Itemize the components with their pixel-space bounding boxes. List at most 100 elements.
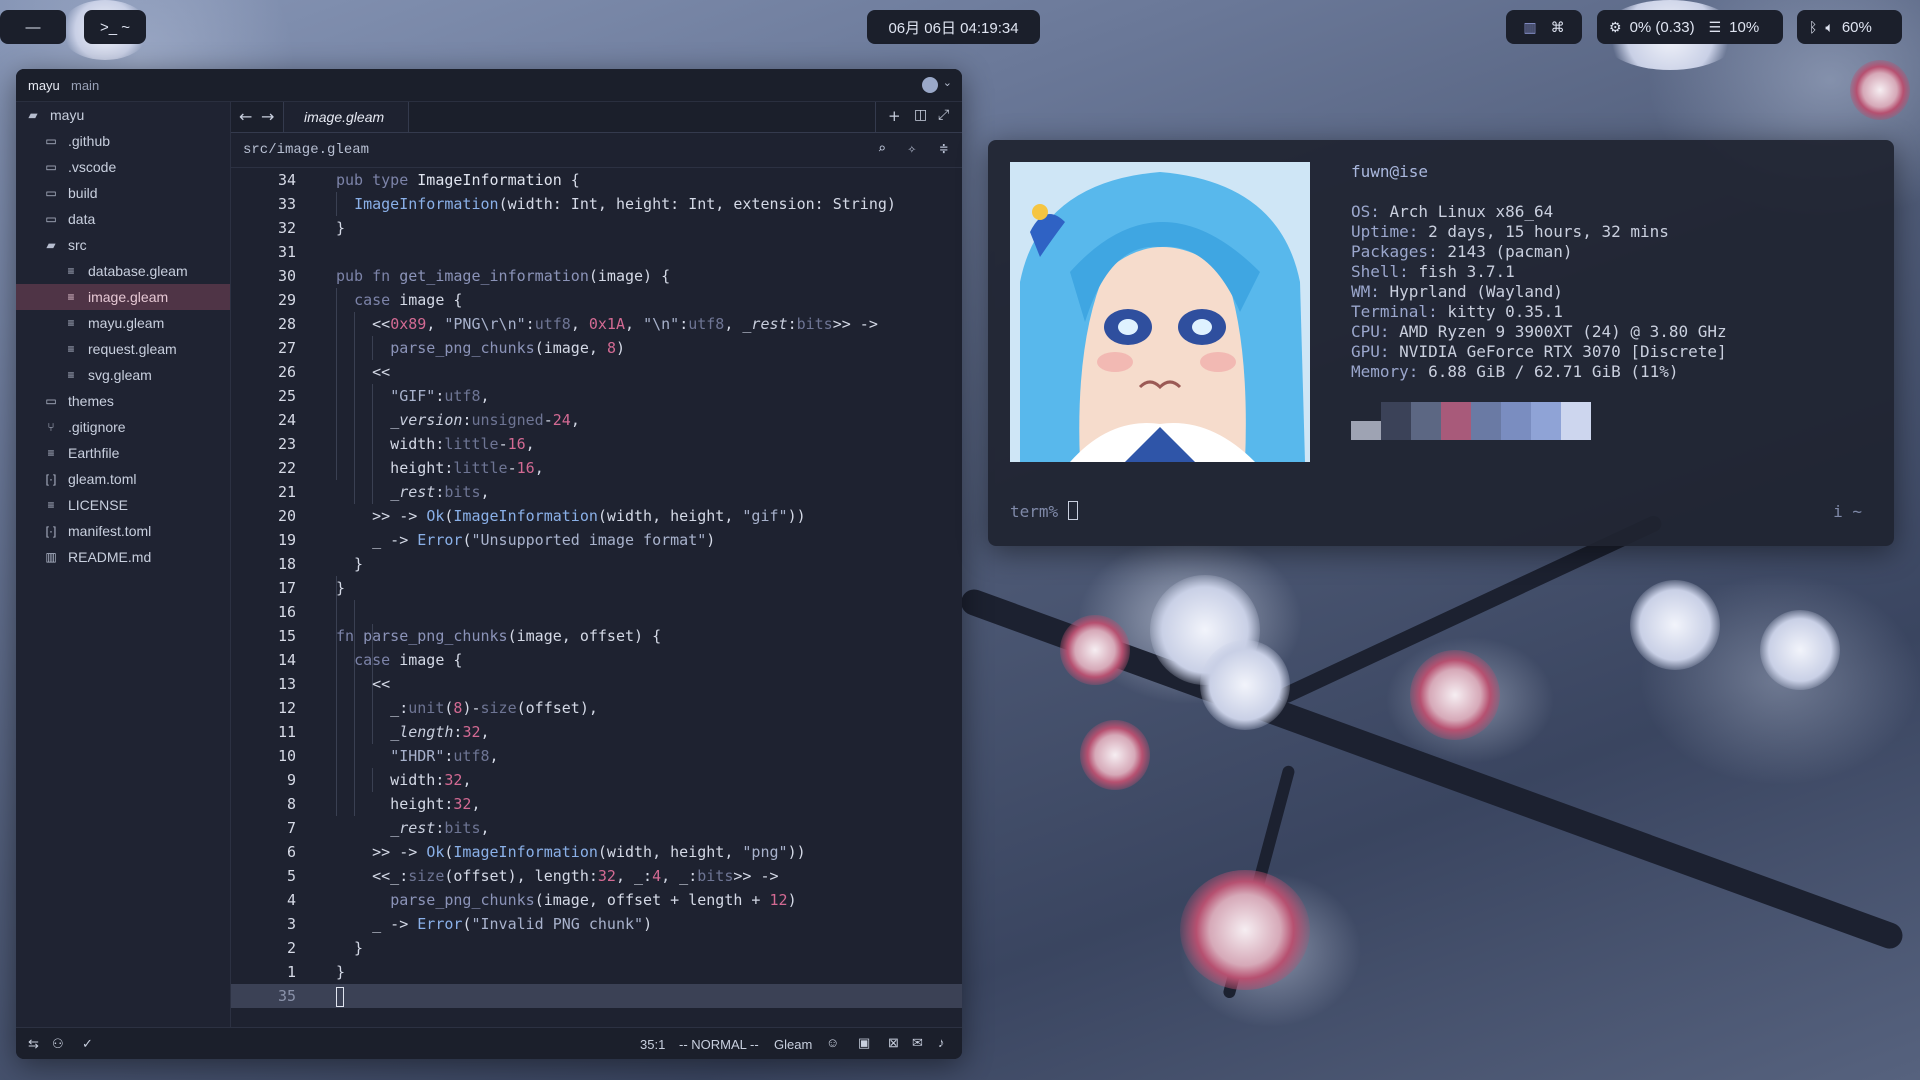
tree-item-folder[interactable]: ▭ .vscode: [16, 154, 230, 180]
code-line: 19 _ -> Error("Unsupported image format"…: [231, 528, 962, 552]
terminal-icon[interactable]: ▣: [858, 1035, 870, 1051]
tree-item-file-active[interactable]: ≡ image.gleam: [16, 284, 230, 310]
tree-item-folder[interactable]: ▭ .github: [16, 128, 230, 154]
line-number: 5: [286, 867, 296, 885]
tree-item-file[interactable]: [·] manifest.toml: [16, 518, 230, 544]
tree-label: mayu: [50, 107, 85, 123]
terminal-cursor[interactable]: [1068, 501, 1078, 520]
bluetooth-icon[interactable]: ᛒ: [1809, 19, 1817, 35]
status-bar: ⇆ ⚇ ✓ 35:1 -- NORMAL -- Gleam ☺ ▣ ⊠ ✉ ♪: [16, 1027, 962, 1059]
search-icon[interactable]: ⌕: [878, 141, 886, 158]
file-icon: ≡: [67, 368, 75, 382]
diagnostics-check-icon[interactable]: ✓: [82, 1036, 93, 1052]
code-text: _rest:bits,: [390, 483, 490, 501]
copilot-icon[interactable]: ☺: [826, 1035, 839, 1050]
terminal-title-pill[interactable]: >_ ~: [84, 10, 146, 44]
tree-item-file[interactable]: ≡ database.gleam: [16, 258, 230, 284]
chevron-down-icon[interactable]: ⌄: [943, 76, 952, 89]
code-text: _ -> Error("Invalid PNG chunk"): [336, 915, 653, 933]
memory-usage: 10%: [1729, 18, 1760, 36]
workspace-pill[interactable]: —: [0, 10, 66, 44]
tree-item-file[interactable]: ≡ svg.gleam: [16, 362, 230, 388]
line-number: 22: [277, 459, 296, 477]
tree-label: mayu.gleam: [88, 315, 165, 331]
tree-item-file[interactable]: ≡ LICENSE: [16, 492, 230, 518]
folder-icon: ▭: [45, 186, 57, 200]
settings-sliders-icon[interactable]: ≑: [940, 141, 948, 158]
system-stats-pill[interactable]: ⚙ 0% (0.33) ☰ 10%: [1597, 10, 1783, 44]
tree-label: request.gleam: [88, 341, 177, 357]
code-text: <<0x89, "PNG\r\n":utf8, 0x1A, "\n":utf8,…: [336, 315, 878, 333]
volume-icon[interactable]: 🔈︎: [1825, 19, 1833, 36]
tree-item-file[interactable]: ≡ Earthfile: [16, 440, 230, 466]
line-number: 29: [277, 291, 296, 309]
code-line: 6 >> -> Ok(ImageInformation(width, heigh…: [231, 840, 962, 864]
new-tab-icon[interactable]: +: [888, 107, 901, 125]
notification-bell-icon[interactable]: ♪: [938, 1035, 945, 1050]
language-selector[interactable]: Gleam: [774, 1037, 812, 1052]
audio-pill[interactable]: ᛒ 🔈︎ 60%: [1797, 10, 1902, 44]
code-text: pub fn get_image_information(image) {: [336, 267, 671, 285]
line-number: 26: [277, 363, 296, 381]
clock-pill[interactable]: 06月 06日 04:19:34: [867, 10, 1040, 44]
collab-icon[interactable]: ⚇: [52, 1036, 64, 1052]
info-line: Memory: 6.88 GiB / 62.71 GiB (11%): [1351, 362, 1679, 381]
terminal-window[interactable]: fuwn@ise OS: Arch Linux x86_64 Uptime: 2…: [988, 140, 1894, 546]
chat-icon[interactable]: ✉: [912, 1035, 923, 1051]
line-number: 35: [277, 987, 296, 1005]
avatar[interactable]: [922, 77, 938, 93]
tree-item-folder[interactable]: ▭ data: [16, 206, 230, 232]
tray-pill[interactable]: ▥ ⌘: [1506, 10, 1582, 44]
tree-item-folder[interactable]: ▭ themes: [16, 388, 230, 414]
line-number: 7: [286, 819, 296, 837]
code-line: 14 case image {: [231, 648, 962, 672]
window-title: >_ ~: [99, 18, 131, 36]
tree-item-file[interactable]: [·] gleam.toml: [16, 466, 230, 492]
tab-image-gleam[interactable]: image.gleam: [283, 102, 409, 132]
code-line: 3 _ -> Error("Invalid PNG chunk"): [231, 912, 962, 936]
code-line: 29 case image {: [231, 288, 962, 312]
palette-swatch: [1471, 402, 1501, 440]
tree-label: .gitignore: [68, 419, 126, 435]
line-number: 13: [277, 675, 296, 693]
info-value: Arch Linux x86_64: [1389, 202, 1554, 221]
palette-swatch: [1441, 402, 1471, 440]
tree-item-folder[interactable]: ▰ src: [16, 232, 230, 258]
folder-icon: ▭: [45, 160, 57, 174]
code-line: 11 _length:32,: [231, 720, 962, 744]
assistant-icon[interactable]: ✧: [908, 141, 916, 158]
tree-item-file[interactable]: ≡ mayu.gleam: [16, 310, 230, 336]
command-icon[interactable]: ⌘: [1551, 19, 1565, 36]
tree-item-root[interactable]: ▰ mayu: [16, 102, 230, 128]
branch-name[interactable]: main: [71, 78, 99, 93]
tree-item-file[interactable]: ⑂ .gitignore: [16, 414, 230, 440]
panel-toggle-icon[interactable]: ⇆: [28, 1036, 39, 1052]
tree-item-folder[interactable]: ▭ build: [16, 180, 230, 206]
nav-back-icon[interactable]: ←: [239, 107, 252, 126]
keyboard-icon[interactable]: ▥: [1523, 19, 1536, 36]
info-value: 2143 (pacman): [1447, 242, 1573, 261]
line-number: 10: [277, 747, 296, 765]
code-line: 31: [231, 240, 962, 264]
info-line: GPU: NVIDIA GeForce RTX 3070 [Discrete]: [1351, 342, 1727, 361]
code-text: "GIF":utf8,: [390, 387, 490, 405]
cursor-position[interactable]: 35:1: [640, 1037, 665, 1052]
line-number: 15: [277, 627, 296, 645]
code-line: 33 ImageInformation(width: Int, height: …: [231, 192, 962, 216]
file-path[interactable]: src/image.gleam: [243, 142, 369, 158]
tree-label: .vscode: [68, 159, 117, 175]
nav-forward-icon[interactable]: →: [261, 107, 274, 126]
right-prompt: i ~: [1833, 502, 1862, 521]
project-name[interactable]: mayu: [28, 78, 60, 93]
code-editor[interactable]: 34 pub type ImageInformation { 33 ImageIn…: [231, 168, 962, 1026]
code-line: 32}: [231, 216, 962, 240]
code-line: 2 }: [231, 936, 962, 960]
code-text: }: [336, 219, 346, 237]
maximize-icon[interactable]: ⤢: [938, 107, 949, 123]
split-icon[interactable]: ◫: [914, 107, 927, 123]
tree-item-file[interactable]: ▥ README.md: [16, 544, 230, 570]
debug-icon[interactable]: ⊠: [888, 1035, 899, 1051]
tree-item-file[interactable]: ≡ request.gleam: [16, 336, 230, 362]
code-text: ImageInformation(width: Int, height: Int…: [354, 195, 896, 213]
code-line: 7 _rest:bits,: [231, 816, 962, 840]
